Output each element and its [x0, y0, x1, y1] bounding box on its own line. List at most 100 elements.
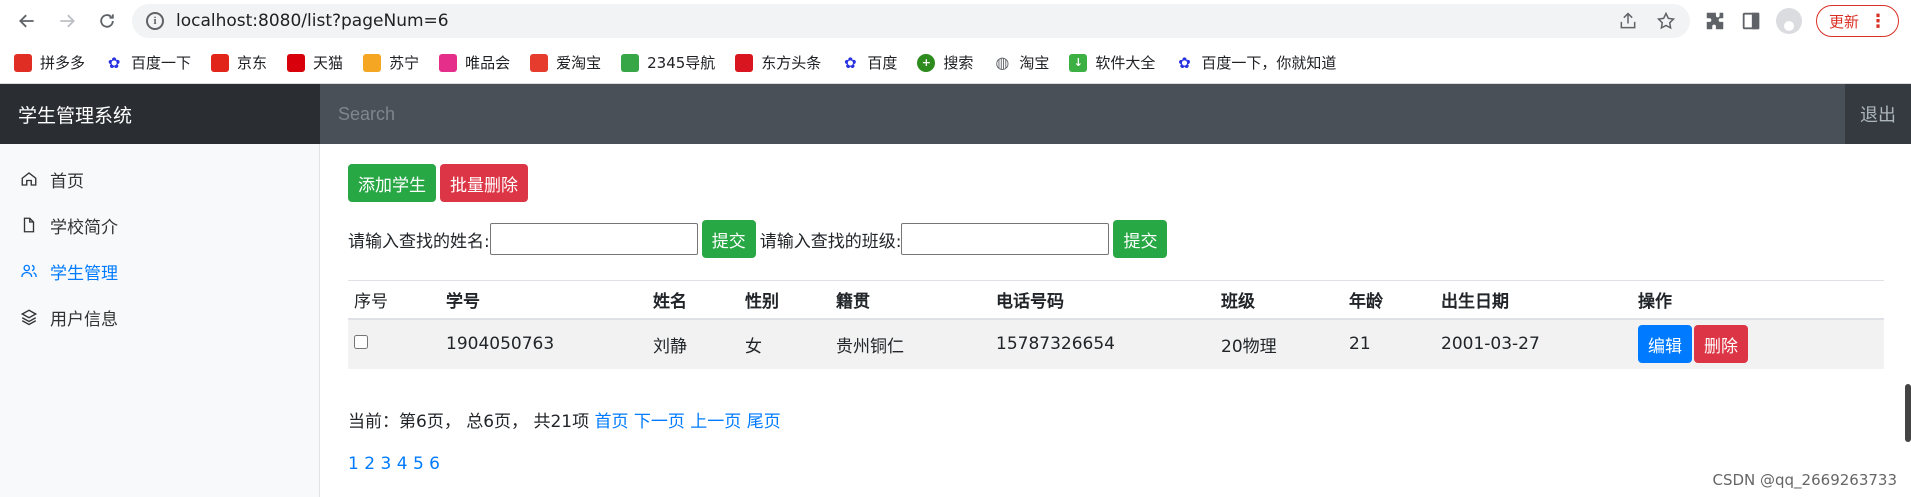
bookmark-label: 2345导航: [647, 54, 716, 72]
baidu-paw-icon: ✿: [844, 53, 857, 72]
search-form: 请输入查找的姓名: 提交 请输入查找的班级: 提交: [348, 220, 1887, 258]
bookmark-label: 唯品会: [465, 54, 511, 72]
sidebar-item-user-info[interactable]: 用户信息: [0, 294, 319, 340]
class-submit-button[interactable]: 提交: [1113, 220, 1168, 258]
bookmark-label: 拼多多: [40, 54, 86, 72]
cell-age: 21: [1349, 334, 1371, 354]
page-link[interactable]: 5: [413, 454, 424, 474]
add-student-button[interactable]: 添加学生: [348, 164, 436, 202]
bookmark-item[interactable]: + 搜索: [917, 52, 973, 73]
sidebar-item-label: 首页: [50, 171, 84, 192]
suning-icon: [363, 53, 382, 72]
bookmark-item[interactable]: ↓ 软件大全: [1069, 52, 1155, 73]
sidebar-item-label: 学生管理: [50, 263, 118, 284]
globe-icon: ◍: [995, 53, 1010, 72]
more-vert-icon: ⋮: [1869, 10, 1887, 32]
bookmark-item[interactable]: ✿ 百度一下: [105, 52, 191, 73]
pinduoduo-icon: [14, 53, 32, 72]
sidebar-item-label: 学校简介: [50, 217, 118, 238]
prev-page-link[interactable]: 上一页: [690, 412, 741, 432]
forward-button[interactable]: [52, 6, 82, 36]
sidebar-item-home[interactable]: 首页: [0, 156, 319, 202]
toutiao-icon: [735, 53, 754, 72]
bookmark-label: 京东: [237, 54, 268, 72]
address-bar[interactable]: i localhost:8080/list?pageNum=6: [132, 4, 1690, 38]
cell-name: 刘静: [653, 336, 687, 357]
search-input[interactable]: [320, 84, 1845, 144]
bookmark-label: 爱淘宝: [556, 54, 602, 72]
page-number-links: 1 2 3 4 5 6: [348, 454, 1887, 474]
navbar-search: [320, 84, 1845, 144]
page-link[interactable]: 2: [364, 454, 375, 474]
page-link[interactable]: 6: [429, 454, 440, 474]
brand-title[interactable]: 学生管理系统: [0, 84, 320, 144]
col-header-name: 姓名: [653, 291, 687, 312]
col-header-index: 序号: [354, 291, 388, 312]
vip-icon: [439, 53, 458, 72]
name-submit-button[interactable]: 提交: [701, 220, 756, 258]
cell-birth: 2001-03-27: [1441, 334, 1540, 354]
row-select-cell: [348, 319, 440, 369]
users-icon: [21, 264, 37, 278]
bookmark-item[interactable]: 唯品会: [439, 52, 510, 73]
page-link[interactable]: 3: [380, 454, 391, 474]
share-icon[interactable]: [1618, 11, 1638, 31]
first-page-link[interactable]: 首页: [594, 412, 628, 432]
star-icon[interactable]: [1656, 11, 1676, 31]
csdn-watermark: CSDN @qq_2669263733: [1712, 471, 1897, 489]
bookmark-label: 淘宝: [1019, 54, 1050, 72]
cell-gender: 女: [745, 336, 762, 357]
sidebar-item-student-management[interactable]: 学生管理: [0, 248, 319, 294]
aitaobao-icon: [530, 53, 549, 72]
bookmark-item[interactable]: ✿ 百度一下，你就知道: [1175, 52, 1336, 73]
pagination-info: 当前：第6页， 总6页， 共21项 首页 下一页 上一页 尾页: [348, 407, 1887, 432]
table-header-row: 序号 学号 姓名 性别 籍贯 电话号码 班级 年龄 出生日期 操作: [348, 280, 1884, 319]
reload-button[interactable]: [92, 6, 122, 36]
bookmark-item[interactable]: 苏宁: [363, 52, 419, 73]
bookmark-item[interactable]: 2345导航: [621, 52, 715, 73]
pagination-summary: 当前：第6页， 总6页， 共21项: [348, 411, 590, 432]
page-link[interactable]: 4: [397, 454, 408, 474]
main-content: 添加学生 批量删除 请输入查找的姓名: 提交 请输入查找的班级: 提交 序号 学…: [320, 144, 1911, 497]
batch-delete-button[interactable]: 批量删除: [440, 164, 528, 202]
profile-avatar[interactable]: [1775, 8, 1802, 34]
browser-toolbar: i localhost:8080/list?pageNum=6 更新 ⋮: [0, 0, 1911, 42]
col-header-phone: 电话号码: [996, 291, 1064, 312]
next-page-link[interactable]: 下一页: [634, 412, 685, 432]
bookmark-label: 天猫: [313, 54, 344, 72]
bookmark-item[interactable]: ✿ 百度: [841, 52, 897, 73]
bookmark-item[interactable]: 天猫: [287, 52, 343, 73]
sidebar: 首页 学校简介 学生管理 用户信息: [0, 144, 320, 497]
bookmark-item[interactable]: 京东: [211, 52, 267, 73]
back-button[interactable]: [12, 6, 42, 36]
page-link[interactable]: 1: [348, 454, 359, 474]
last-page-link[interactable]: 尾页: [747, 412, 781, 432]
side-panel-icon[interactable]: [1740, 10, 1762, 32]
col-header-hometown: 籍贯: [836, 291, 870, 312]
sidebar-item-school-intro[interactable]: 学校简介: [0, 202, 319, 248]
baidu-paw-icon: ✿: [107, 53, 121, 72]
scrollbar-thumb[interactable]: [1905, 384, 1911, 442]
edit-button[interactable]: 编辑: [1638, 325, 1692, 363]
reload-icon: [100, 14, 114, 28]
bookmark-item[interactable]: ◍ 淘宝: [993, 52, 1049, 73]
class-search-input[interactable]: [901, 223, 1110, 255]
bookmark-label: 百度一下: [131, 54, 192, 72]
cell-student-id: 1904050763: [446, 334, 555, 354]
update-button[interactable]: 更新 ⋮: [1815, 5, 1899, 37]
tmall-icon: [287, 53, 306, 72]
signout-link[interactable]: 退出: [1845, 84, 1911, 144]
row-checkbox[interactable]: [354, 335, 368, 349]
download-icon: ↓: [1069, 53, 1088, 72]
name-search-input[interactable]: [489, 223, 698, 255]
site-info-icon[interactable]: i: [146, 12, 164, 30]
baidu-paw-icon: ✿: [1178, 53, 1191, 72]
bookmark-item[interactable]: 爱淘宝: [530, 52, 601, 73]
url-text[interactable]: localhost:8080/list?pageNum=6: [176, 11, 1618, 31]
delete-button[interactable]: 删除: [1694, 325, 1748, 363]
col-header-birth: 出生日期: [1441, 291, 1509, 312]
bookmark-item[interactable]: 拼多多: [14, 52, 85, 73]
arrow-left-icon: [19, 14, 34, 28]
bookmark-item[interactable]: 东方头条: [735, 52, 821, 73]
extensions-icon[interactable]: [1704, 10, 1726, 32]
